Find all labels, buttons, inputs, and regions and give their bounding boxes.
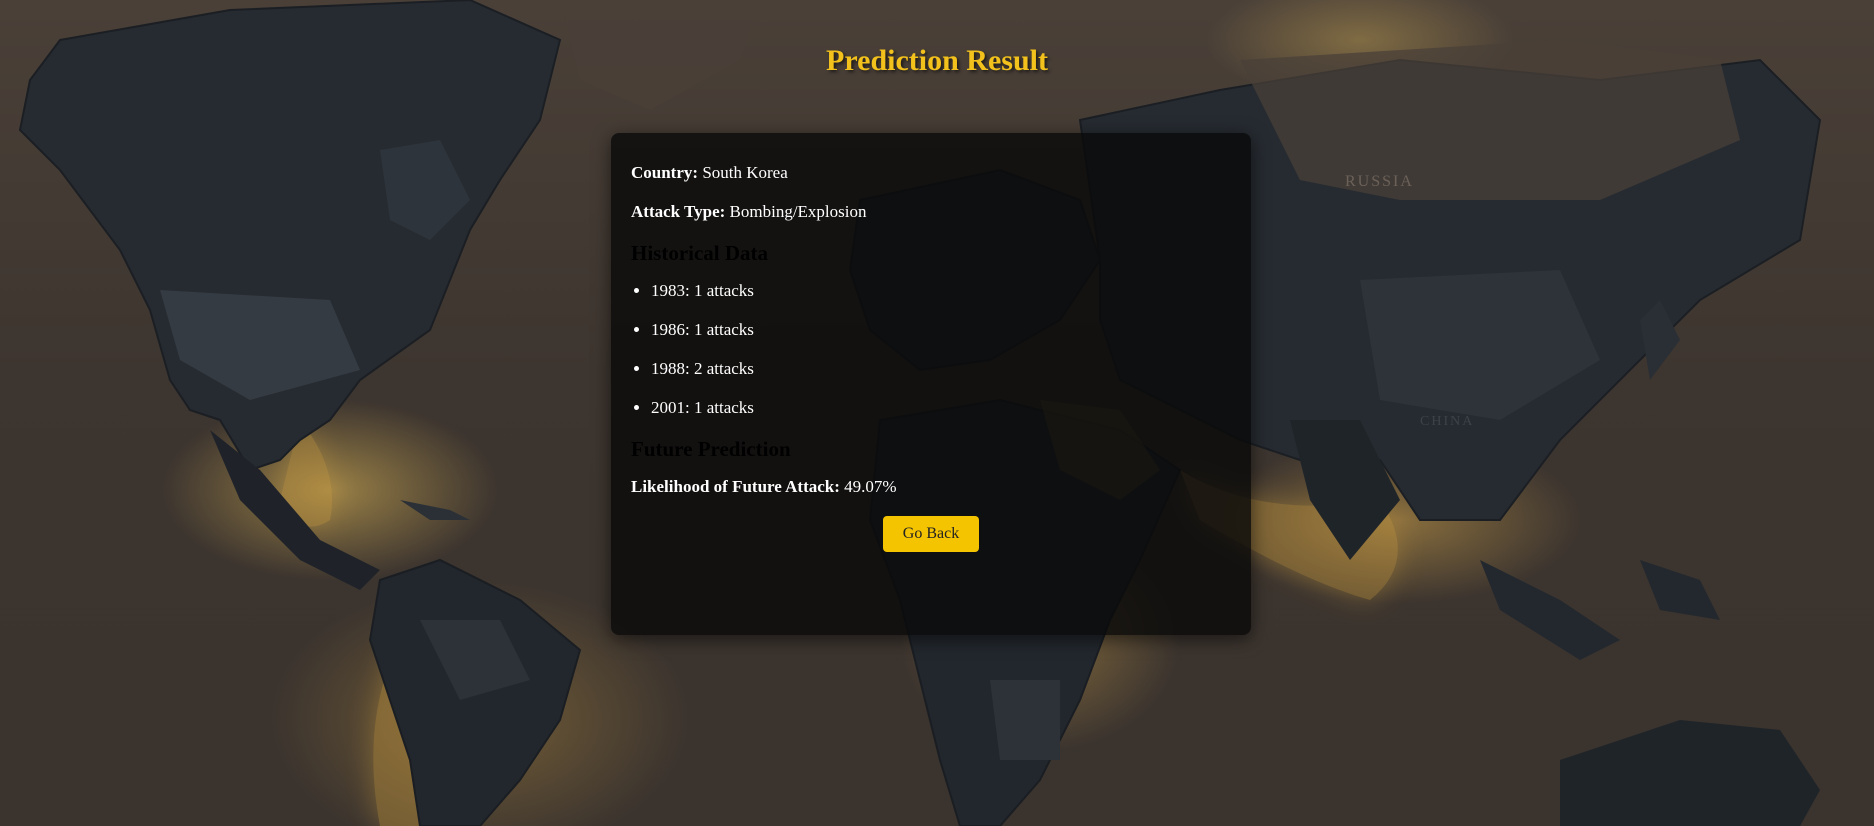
likelihood-value: 49.07% (844, 477, 897, 496)
actions: Go Back (631, 516, 1231, 552)
future-prediction-heading: Future Prediction (631, 437, 791, 461)
historical-data-heading: Historical Data (631, 241, 769, 265)
page-title: Prediction Result (826, 44, 1048, 77)
list-item: 1988: 2 attacks (651, 359, 1231, 379)
attack-type-label: Attack Type: (631, 202, 726, 221)
historical-data-list: 1983: 1 attacks 1986: 1 attacks 1988: 2 … (631, 281, 1231, 418)
country-label: Country: (631, 163, 699, 182)
list-item: 2001: 1 attacks (651, 398, 1231, 418)
likelihood-label: Likelihood of Future Attack: (631, 477, 840, 496)
map-label-russia: RUSSIA (1345, 173, 1414, 190)
map-label-china: CHINA (1420, 414, 1474, 429)
list-item: 1986: 1 attacks (651, 320, 1231, 340)
attack-type-value: Bombing/Explosion (729, 202, 867, 221)
go-back-button[interactable]: Go Back (882, 516, 980, 552)
likelihood-row: Likelihood of Future Attack: 49.07% (631, 477, 1231, 497)
attack-type-row: Attack Type: Bombing/Explosion (631, 202, 1231, 222)
result-card: Country: South Korea Attack Type: Bombin… (611, 133, 1251, 635)
country-row: Country: South Korea (631, 163, 1231, 183)
list-item: 1983: 1 attacks (651, 281, 1231, 301)
continent-australia (1560, 720, 1820, 826)
country-value: South Korea (702, 163, 788, 182)
